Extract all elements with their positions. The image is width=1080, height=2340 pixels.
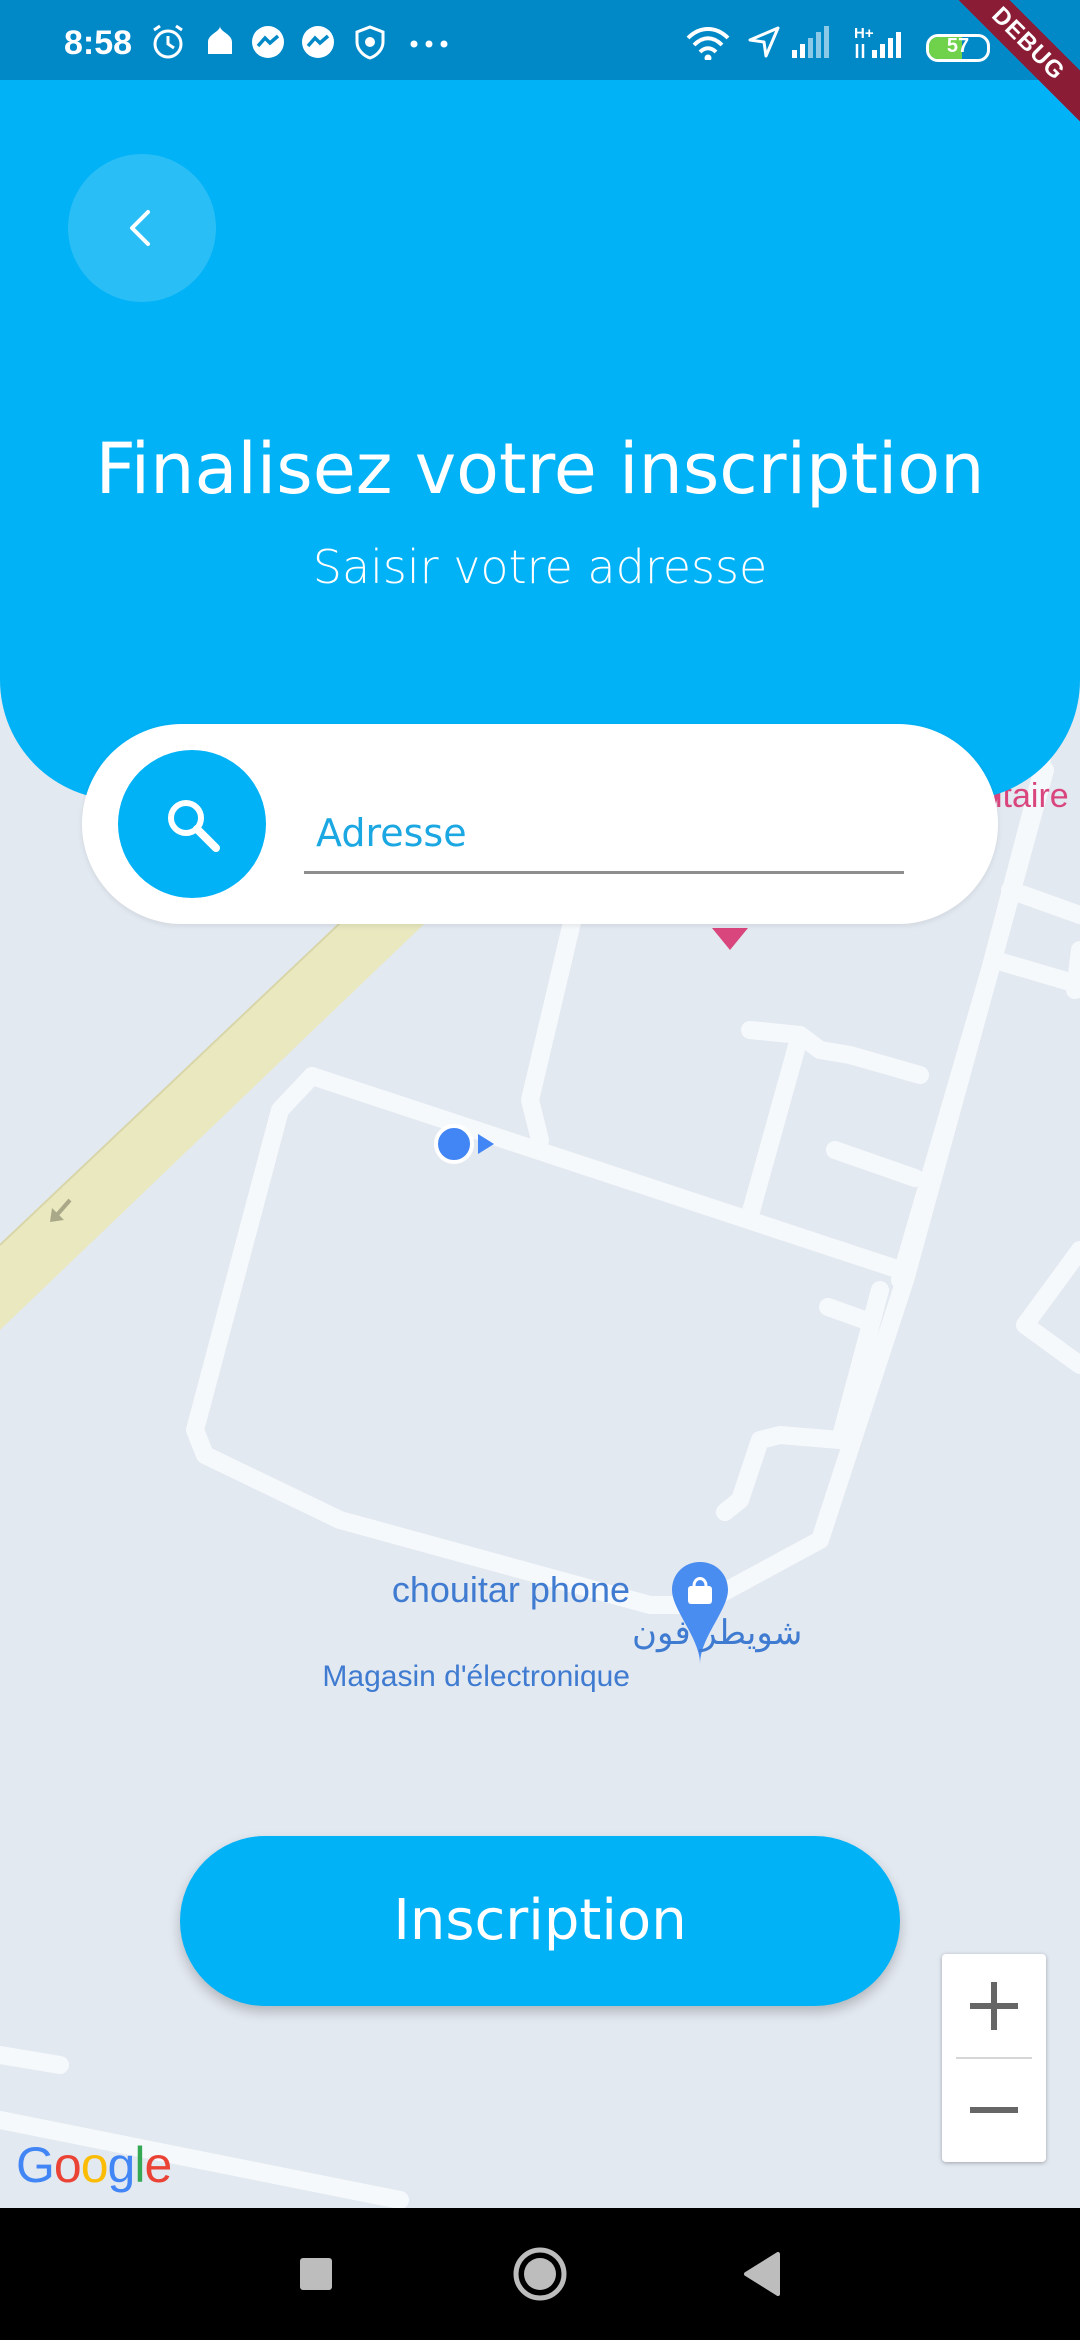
chevron-left-icon — [130, 210, 150, 246]
shield-icon — [355, 25, 385, 60]
mosque-icon — [208, 26, 232, 54]
page-title: Finalisez votre inscription — [95, 428, 985, 510]
header-panel: Finalisez votre inscription Saisir votre… — [0, 80, 1080, 800]
google-logo-letter: g — [107, 2137, 136, 2193]
zoom-out-button[interactable] — [942, 2058, 1046, 2162]
messenger-icon — [302, 26, 334, 58]
address-search-card — [82, 724, 998, 924]
wifi-icon — [686, 27, 730, 60]
google-logo-letter: l — [134, 2137, 145, 2193]
google-logo-letter: o — [80, 2137, 109, 2193]
battery-level-text: 57 — [946, 35, 970, 57]
zoom-in-button[interactable] — [942, 1954, 1046, 2058]
status-bar: 8:58 H+ 57 — [0, 0, 1080, 80]
address-input[interactable] — [304, 794, 904, 874]
google-logo-letter: G — [16, 2137, 55, 2193]
place-name-arabic-label: شويطر فون — [632, 1614, 802, 1653]
triangle-back-icon[interactable] — [730, 2240, 798, 2308]
status-time: 8:58 — [64, 24, 133, 62]
google-logo-letter: o — [53, 2137, 82, 2193]
plus-icon — [970, 1982, 1018, 2030]
screen: itaire chouitar phone شويطر فون Magasin … — [0, 0, 1080, 2340]
zoom-controls — [942, 1954, 1046, 2162]
more-icon — [410, 40, 448, 48]
signal-icon — [792, 26, 829, 58]
inscription-button[interactable]: Inscription — [180, 1836, 900, 2006]
back-button[interactable] — [68, 154, 216, 302]
location-arrow-icon — [748, 26, 780, 58]
page-subtitle: Saisir votre adresse — [312, 540, 768, 594]
battery-icon: 57 — [926, 34, 990, 62]
minus-icon — [970, 2107, 1018, 2113]
search-icon — [168, 800, 220, 852]
navigation-bar — [0, 2208, 1080, 2340]
hplus-signal-icon: H+ — [854, 25, 901, 58]
svg-text:H+: H+ — [854, 25, 874, 42]
square-icon[interactable] — [282, 2240, 350, 2308]
circle-icon[interactable] — [506, 2240, 574, 2308]
place-name-label: chouitar phone — [392, 1569, 630, 1610]
place-category-label: Magasin d'électronique — [322, 1660, 630, 1693]
messenger-icon — [252, 26, 284, 58]
search-button[interactable] — [118, 750, 266, 898]
google-logo-letter: e — [144, 2137, 172, 2193]
alarm-icon — [153, 24, 183, 59]
google-logo: Google — [16, 2136, 172, 2194]
